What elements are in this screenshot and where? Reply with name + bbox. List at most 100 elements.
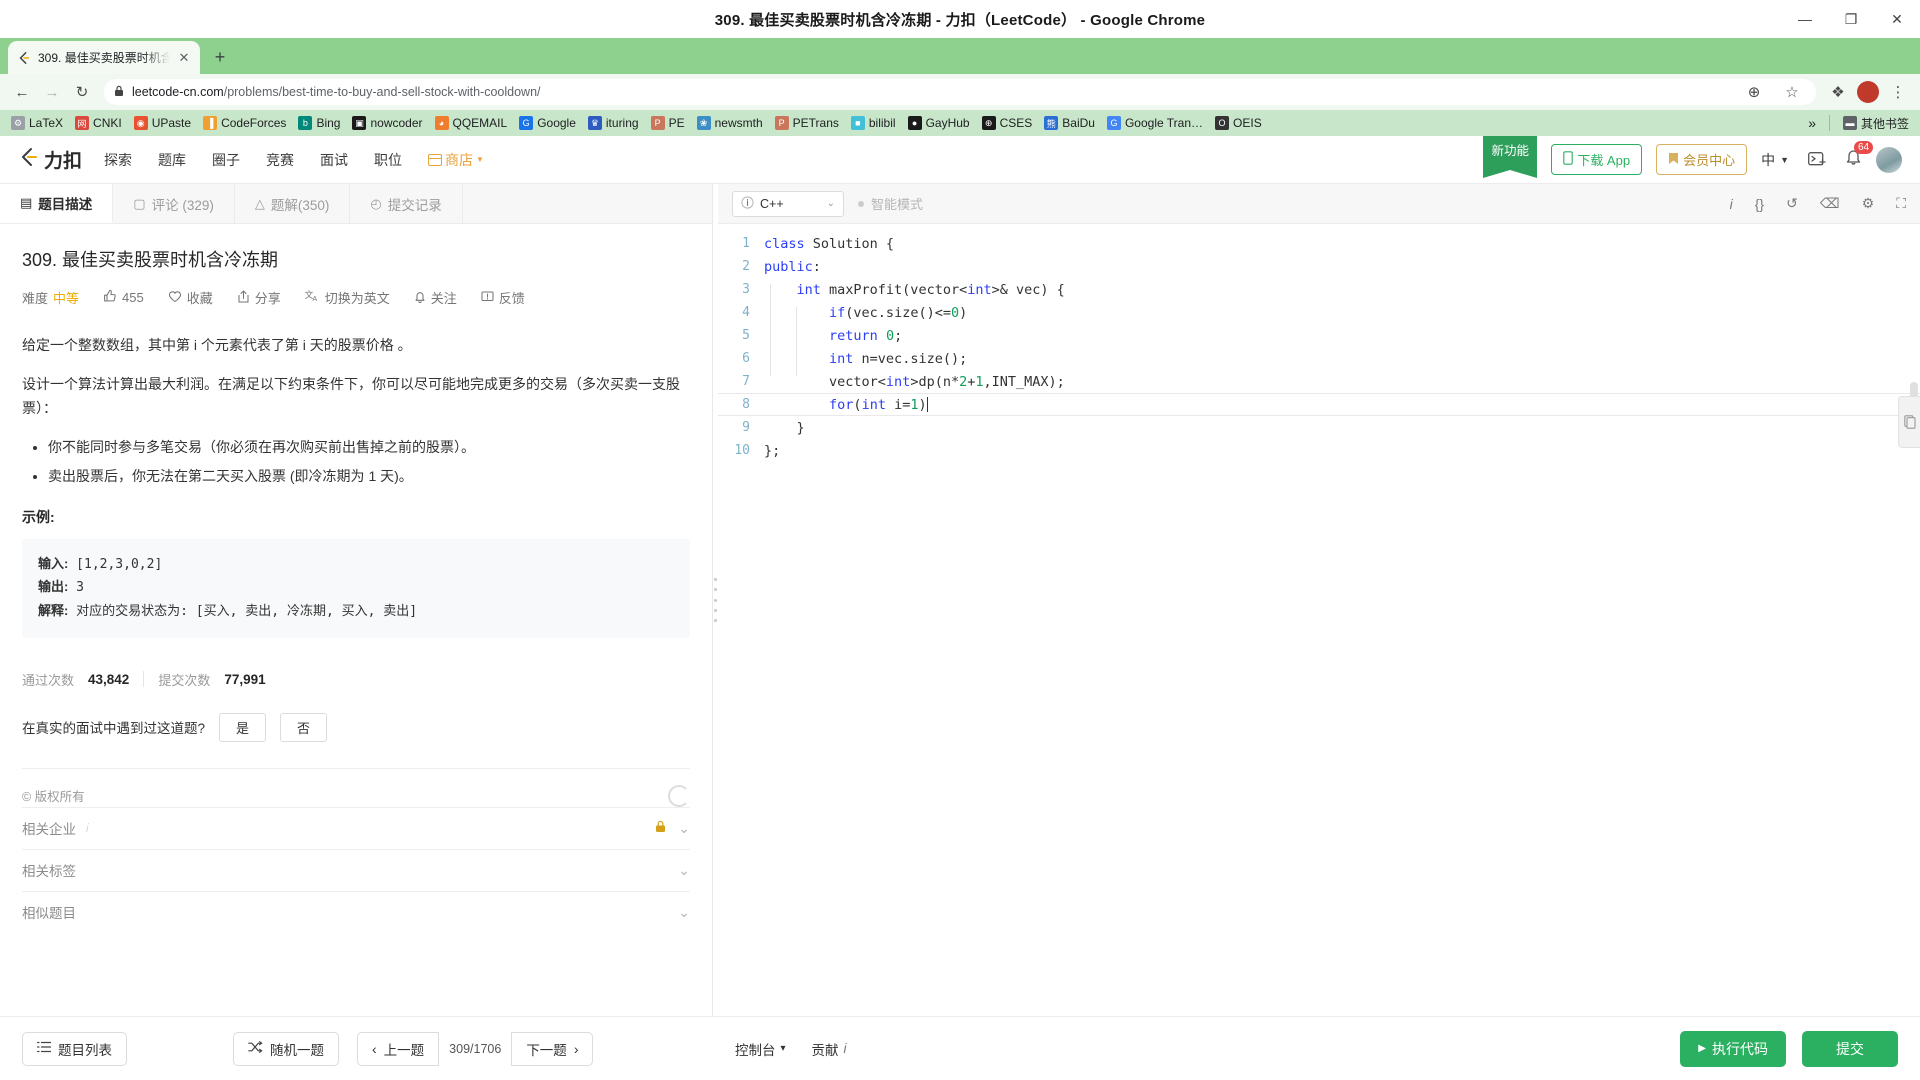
minimize-button[interactable]: — — [1782, 0, 1828, 38]
tab-comment[interactable]: ▢ 评论 (329) — [113, 184, 235, 223]
bookmark-pe[interactable]: P PE — [646, 114, 690, 132]
notes-panel-toggle[interactable] — [1898, 396, 1920, 448]
switch-english-button[interactable]: 文A 切换为英文 — [304, 288, 390, 307]
other-bookmarks-folder[interactable]: ▬ 其他书签 — [1838, 113, 1914, 134]
console-button[interactable]: 控制台 ▾ — [735, 1039, 786, 1059]
info-icon[interactable]: i — [1730, 196, 1733, 212]
share-button[interactable]: 分享 — [237, 288, 281, 307]
chrome-menu-icon[interactable]: ⋮ — [1884, 78, 1912, 106]
bookmarks-overflow[interactable]: » — [1803, 113, 1821, 133]
extensions-icon[interactable]: ❖ — [1824, 78, 1852, 106]
code-lines[interactable]: 1 class Solution {2 public: 3 int maxProfit… — [718, 224, 1920, 1016]
reload-icon[interactable]: ↻ — [68, 78, 96, 106]
download-app-button[interactable]: 下载 App — [1551, 144, 1643, 175]
accordion-similar-problems[interactable]: 相似题目 ⌄ — [22, 890, 690, 933]
nav-item-circle[interactable]: 圈子 — [212, 150, 240, 170]
membership-button[interactable]: 会员中心 — [1656, 144, 1748, 175]
bookmark-star-icon[interactable]: ☆ — [1778, 78, 1806, 106]
feedback-button[interactable]: 反馈 — [481, 288, 525, 307]
accordion-related-tags[interactable]: 相关标签 ⌄ — [22, 848, 690, 891]
bookmark-oeis[interactable]: O OEIS — [1210, 114, 1267, 132]
leetcode-logo[interactable]: 力扣 — [18, 146, 82, 174]
language-select[interactable]: C++ ⌄ — [732, 190, 844, 217]
bookmarks-divider — [1828, 115, 1830, 131]
address-bar[interactable]: leetcode-cn.com/problems/best-time-to-bu… — [104, 79, 1816, 105]
nav-item-explore[interactable]: 探索 — [104, 150, 132, 170]
close-button[interactable]: ✕ — [1874, 0, 1920, 38]
bookmark-upaste[interactable]: ◉ UPaste — [129, 114, 196, 132]
reset-icon[interactable]: ↺ — [1786, 195, 1798, 212]
answer-yes-button[interactable]: 是 — [219, 712, 267, 742]
answer-no-button[interactable]: 否 — [280, 712, 328, 742]
random-problem-button[interactable]: 随机一题 — [233, 1031, 339, 1066]
browser-tab[interactable]: 309. 最佳买卖股票时机含… ✕ — [8, 41, 200, 74]
next-problem-button[interactable]: 下一题 › — [511, 1031, 594, 1066]
code-line[interactable]: 7 vector<int>dp(n*2+1,INT_MAX); — [718, 370, 1920, 393]
bookmark-ituring[interactable]: ♛ ituring — [583, 114, 644, 132]
url-text: leetcode-cn.com/problems/best-time-to-bu… — [132, 85, 541, 99]
nav-item-problems[interactable]: 题库 — [158, 150, 186, 170]
bookmark-nowcoder[interactable]: ▣ nowcoder — [347, 114, 427, 132]
zoom-icon[interactable]: ⊕ — [1740, 78, 1768, 106]
new-tab-button[interactable]: + — [206, 43, 234, 71]
fullscreen-icon[interactable]: ⛶ — [1896, 195, 1906, 212]
accordion-related-companies[interactable]: 相关企业 i ⌄ — [22, 806, 690, 849]
code-line[interactable]: 1 class Solution { — [718, 232, 1920, 255]
code-line[interactable]: 4 if(vec.size()<=0) — [718, 301, 1920, 324]
bookmark-qqmail[interactable]: ◕ QQEMAIL — [430, 114, 513, 132]
likes-button[interactable]: 455 — [103, 289, 144, 306]
problem-list-button[interactable]: 题目列表 — [22, 1031, 127, 1066]
maximize-button[interactable]: ❐ — [1828, 0, 1874, 38]
bookmark-newsmth[interactable]: ❀ newsmth — [692, 114, 768, 132]
tab-solution[interactable]: △ 题解(350) — [234, 184, 351, 223]
bookmark-google[interactable]: G Google — [514, 114, 581, 132]
profile-avatar[interactable] — [1854, 78, 1882, 106]
nav-item-contest[interactable]: 竞赛 — [266, 150, 294, 170]
code-line[interactable]: 6 int n=vec.size(); — [718, 347, 1920, 370]
follow-button[interactable]: 关注 — [414, 288, 457, 307]
accordion-right: ⌄ — [655, 820, 690, 837]
bookmark-bilibili[interactable]: ■ bilibil — [846, 114, 901, 132]
code-editor[interactable]: 1 class Solution {2 public: 3 int maxProfit… — [718, 224, 1920, 1016]
code-line[interactable]: 8 for(int i=1) — [718, 393, 1920, 416]
code-text: class Solution { — [764, 235, 895, 252]
language-selector[interactable]: 中 ▼ — [1761, 150, 1789, 170]
bookmark-cnki[interactable]: 网 CNKI — [70, 114, 127, 132]
nav-item-interview[interactable]: 面试 — [320, 150, 348, 170]
bookmark-github[interactable]: ● GayHub — [903, 114, 975, 132]
bookmark-latex[interactable]: ⚙ LaTeX — [6, 114, 68, 132]
favorite-button[interactable]: 收藏 — [168, 288, 213, 307]
prev-problem-button[interactable]: ‹ 上一题 — [357, 1031, 440, 1066]
console-icon[interactable]: ⌫ — [1820, 195, 1840, 212]
back-icon[interactable]: ← — [8, 78, 36, 106]
nav-item-jobs[interactable]: 职位 — [374, 150, 402, 170]
terminal-plus-icon[interactable] — [1803, 146, 1831, 174]
bookmark-baidu[interactable]: 熊 BaiDu — [1039, 114, 1100, 132]
code-line[interactable]: 3 int maxProfit(vector<int>& vec) { — [718, 278, 1920, 301]
forward-icon[interactable]: → — [38, 78, 66, 106]
submit-button[interactable]: 提交 — [1802, 1030, 1898, 1067]
code-line[interactable]: 5 return 0; — [718, 324, 1920, 347]
nav-item-shop[interactable]: 商店 ▼ — [428, 150, 484, 170]
bookmark-petrans[interactable]: P PETrans — [770, 114, 844, 132]
bookmark-bing[interactable]: b Bing — [293, 114, 345, 132]
user-avatar[interactable] — [1876, 146, 1902, 173]
code-text: } — [764, 419, 805, 436]
bookmark-codeforces[interactable]: ▐ CodeForces — [198, 114, 291, 132]
smart-mode-toggle[interactable]: 智能模式 — [858, 194, 923, 213]
code-line[interactable]: 10}; — [718, 439, 1920, 462]
contribute-button[interactable]: 贡献 i — [812, 1039, 847, 1059]
notification-bell[interactable]: 64 — [1845, 141, 1874, 171]
bookmark-cses[interactable]: ⊕ CSES — [977, 114, 1038, 132]
code-line[interactable]: 2 public: — [718, 255, 1920, 278]
settings-icon[interactable]: ⚙ — [1862, 195, 1875, 212]
info-icon: i — [843, 1041, 847, 1056]
run-code-button[interactable]: ▶ 执行代码 — [1680, 1030, 1786, 1067]
tab-description[interactable]: ▤ 题目描述 — [0, 184, 114, 223]
page-count: 309/1706 — [449, 1041, 502, 1056]
tab-close-icon[interactable]: ✕ — [176, 50, 192, 66]
format-braces-icon[interactable]: {} — [1755, 196, 1764, 212]
code-line[interactable]: 9 } — [718, 416, 1920, 439]
tab-history[interactable]: ◴ 提交记录 — [350, 184, 463, 223]
bookmark-google-translate[interactable]: G Google Tran… — [1102, 114, 1208, 132]
